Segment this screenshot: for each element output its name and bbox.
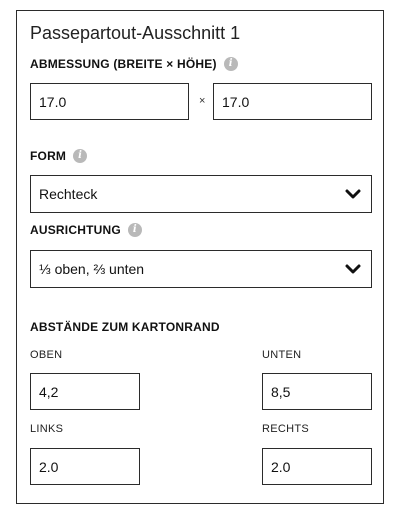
left-margin-input[interactable]: 2.0 xyxy=(30,448,140,485)
height-value: 17.0 xyxy=(222,93,250,110)
dimensions-label-row: ABMESSUNG (BREITE × HÖHE) i xyxy=(30,57,238,71)
bottom-margin-value: 8,5 xyxy=(271,383,291,400)
dimension-separator: × xyxy=(199,95,206,107)
right-margin-value: 2.0 xyxy=(271,458,291,475)
bottom-margin-label: UNTEN xyxy=(262,349,302,361)
alignment-label-row: AUSRICHTUNG i xyxy=(30,223,142,237)
form-select[interactable]: Rechteck xyxy=(30,175,372,213)
top-margin-input[interactable]: 4,2 xyxy=(30,373,140,410)
right-margin-input[interactable]: 2.0 xyxy=(262,448,372,485)
top-margin-value: 4,2 xyxy=(39,383,59,400)
form-label-row: FORM i xyxy=(30,149,88,163)
passepartout-panel: Passepartout-Ausschnitt 1 ABMESSUNG (BRE… xyxy=(16,10,384,504)
height-input[interactable]: 17.0 xyxy=(213,83,372,120)
info-icon[interactable]: i xyxy=(223,57,238,71)
alignment-label: AUSRICHTUNG xyxy=(30,223,121,237)
dimensions-label: ABMESSUNG (BREITE × HÖHE) xyxy=(30,57,217,71)
chevron-down-icon xyxy=(345,264,361,274)
top-margin-label: OBEN xyxy=(30,349,63,361)
form-selected-value: Rechteck xyxy=(39,186,98,202)
form-label: FORM xyxy=(30,149,67,163)
alignment-selected-value: ⅓ oben, ⅔ unten xyxy=(39,261,145,277)
alignment-select[interactable]: ⅓ oben, ⅔ unten xyxy=(30,250,372,288)
panel-title: Passepartout-Ausschnitt 1 xyxy=(30,23,241,43)
bottom-margin-input[interactable]: 8,5 xyxy=(262,373,372,410)
info-icon[interactable]: i xyxy=(73,149,88,163)
right-margin-label: RECHTS xyxy=(262,423,310,435)
left-margin-label: LINKS xyxy=(30,423,64,435)
chevron-down-icon xyxy=(345,189,361,199)
left-margin-value: 2.0 xyxy=(39,458,59,475)
width-value: 17.0 xyxy=(39,93,67,110)
info-icon[interactable]: i xyxy=(127,223,142,237)
margins-heading: ABSTÄNDE ZUM KARTONRAND xyxy=(30,320,220,334)
width-input[interactable]: 17.0 xyxy=(30,83,189,120)
